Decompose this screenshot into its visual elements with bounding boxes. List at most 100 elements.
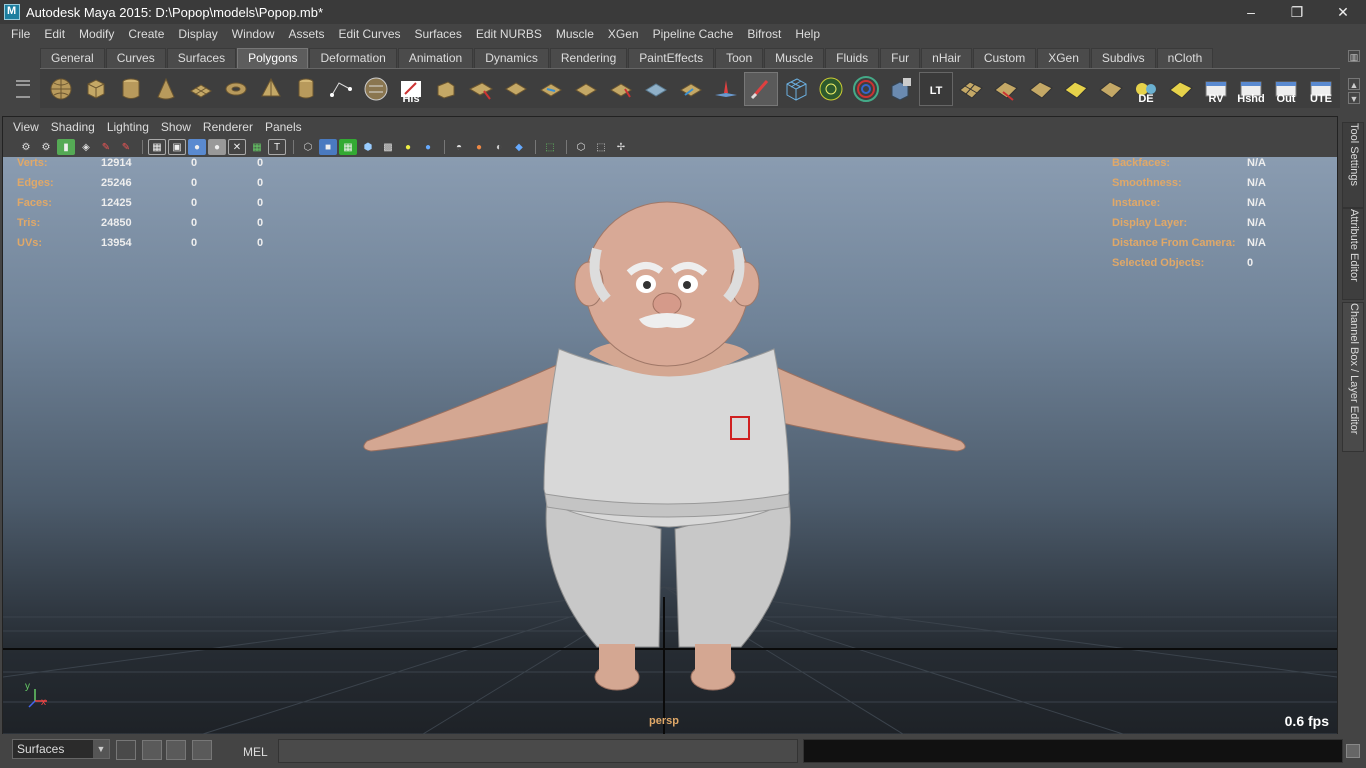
safe-title-icon[interactable]: T — [268, 139, 286, 155]
anti-aliasing-icon[interactable]: ◐ — [490, 139, 508, 155]
script-editor-button[interactable] — [1346, 744, 1360, 758]
bevel-icon[interactable] — [464, 72, 498, 106]
wireframe-on-shaded-icon[interactable]: ▦ — [339, 139, 357, 155]
render-icon[interactable]: ✎ — [117, 139, 135, 155]
lt-tool-icon[interactable]: LT — [919, 71, 953, 106]
de-tool-icon[interactable]: DE — [1129, 72, 1163, 106]
motion-blur-icon[interactable]: ● — [470, 139, 488, 155]
shelf-tab-deformation[interactable]: Deformation — [309, 48, 397, 68]
shelf-tab-ncloth[interactable]: nCloth — [1156, 48, 1214, 68]
shelf-tab-polygons[interactable]: Polygons — [237, 48, 309, 68]
minimize-button[interactable]: – — [1228, 0, 1274, 24]
menu-bifrost[interactable]: Bifrost — [740, 24, 788, 44]
shelf-tab-rendering[interactable]: Rendering — [549, 48, 628, 68]
paint-tool-icon[interactable] — [744, 71, 778, 106]
isolate-select-icon[interactable]: ⬚ — [541, 139, 559, 155]
rv-tool-icon[interactable]: RV — [1199, 72, 1233, 106]
shelf-grip-handle[interactable] — [8, 46, 34, 110]
shelf-scroll-up-icon[interactable]: ▲ — [1348, 78, 1360, 90]
uv-grid-icon[interactable] — [1164, 72, 1198, 106]
xray-joints-icon[interactable]: ⬡ — [572, 139, 590, 155]
restore-button[interactable]: ❐ — [1274, 0, 1320, 24]
uv-sew-icon[interactable] — [1024, 72, 1058, 106]
xray-active-icon[interactable]: ⬚ — [592, 139, 610, 155]
poly-sphere-icon[interactable] — [44, 72, 78, 106]
3d-viewport[interactable]: Verts: 12914 0 0 Edges: 25246 0 0 Faces:… — [3, 157, 1337, 734]
cut-faces-icon[interactable] — [639, 72, 673, 106]
shelf-tab-surfaces[interactable]: Surfaces — [166, 48, 237, 68]
depth-of-field-icon[interactable]: ◆ — [510, 139, 528, 155]
textured-icon[interactable]: ▩ — [379, 139, 397, 155]
smooth-shade-icon[interactable]: ■ — [319, 139, 337, 155]
snap-icon[interactable] — [814, 72, 848, 106]
panel-menu-panels[interactable]: Panels — [259, 120, 308, 134]
menu-edit-nurbs[interactable]: Edit NURBS — [469, 24, 549, 44]
create-polygon-tool-icon[interactable] — [324, 72, 358, 106]
resolution-gate-icon[interactable]: ● — [188, 139, 206, 155]
panel-menu-show[interactable]: Show — [155, 120, 197, 134]
panel-menu-lighting[interactable]: Lighting — [101, 120, 155, 134]
render-node-icon[interactable] — [884, 72, 918, 106]
poly-cylinder-icon[interactable] — [114, 72, 148, 106]
menu-set-dropdown[interactable]: Surfaces ▼ — [12, 739, 110, 759]
grid-icon[interactable]: ▦ — [148, 139, 166, 155]
poly-cone-icon[interactable] — [149, 72, 183, 106]
shelf-tab-animation[interactable]: Animation — [397, 48, 474, 68]
tab-tool-settings[interactable]: Tool Settings — [1342, 122, 1364, 208]
wireframe-mode-icon[interactable]: ⬡ — [299, 139, 317, 155]
poly-torus-icon[interactable] — [219, 72, 253, 106]
gate-mask-icon[interactable]: ● — [208, 139, 226, 155]
poly-cube-icon[interactable] — [79, 72, 113, 106]
shelf-tab-muscle[interactable]: Muscle — [764, 48, 825, 68]
command-input[interactable] — [278, 739, 798, 763]
menu-surfaces[interactable]: Surfaces — [408, 24, 469, 44]
select-camera-icon[interactable]: ⚙ — [17, 139, 35, 155]
shelf-tab-curves[interactable]: Curves — [105, 48, 166, 68]
shelf-tab-dynamics[interactable]: Dynamics — [474, 48, 549, 68]
hypergraph-icon[interactable] — [166, 740, 186, 760]
uv-cut-icon[interactable] — [989, 72, 1023, 106]
use-all-lights-icon[interactable]: ● — [399, 139, 417, 155]
transform-manipulator-icon[interactable] — [849, 72, 883, 106]
menu-edit-curves[interactable]: Edit Curves — [331, 24, 407, 44]
shelf-tab-xgen[interactable]: XGen — [1037, 48, 1090, 68]
poly-pipe-icon[interactable] — [289, 72, 323, 106]
bridge-icon[interactable] — [499, 72, 533, 106]
character-model[interactable] — [349, 189, 989, 709]
menu-pipeline-cache[interactable]: Pipeline Cache — [646, 24, 741, 44]
shelf-trash-icon[interactable]: ▥ — [1348, 50, 1360, 62]
shelf-tab-fluids[interactable]: Fluids — [825, 48, 880, 68]
extrude-icon[interactable] — [429, 72, 463, 106]
safe-action-icon[interactable]: ▦ — [248, 139, 266, 155]
film-gate-icon[interactable]: ▣ — [168, 139, 186, 155]
share-icon[interactable]: ✢ — [612, 139, 630, 155]
shelf-tab-toon[interactable]: Toon — [715, 48, 764, 68]
menu-muscle[interactable]: Muscle — [549, 24, 601, 44]
shelf-tab-painteffects[interactable]: PaintEffects — [628, 48, 715, 68]
merge-vertices-icon[interactable] — [674, 72, 708, 106]
camera-attributes-icon[interactable]: ⚙ — [37, 139, 55, 155]
menu-window[interactable]: Window — [225, 24, 282, 44]
close-button[interactable]: ✕ — [1320, 0, 1366, 24]
tab-attribute-editor[interactable]: Attribute Editor — [1342, 208, 1364, 300]
sculpt-icon[interactable] — [709, 72, 743, 106]
menu-create[interactable]: Create — [121, 24, 171, 44]
menu-xgen[interactable]: XGen — [601, 24, 646, 44]
poly-pyramid-icon[interactable] — [254, 72, 288, 106]
uv-unfold-icon[interactable] — [1059, 72, 1093, 106]
field-chart-icon[interactable]: ✕ — [228, 139, 246, 155]
menu-display[interactable]: Display — [171, 24, 224, 44]
bookmarks-icon[interactable]: ▮ — [57, 139, 75, 155]
ute-tool-icon[interactable]: UTE — [1304, 72, 1338, 106]
shelf-tab-fur[interactable]: Fur — [880, 48, 921, 68]
split-polygon-icon[interactable] — [569, 72, 603, 106]
wireframe-icon[interactable] — [779, 72, 813, 106]
shelf-tab-subdivs[interactable]: Subdivs — [1090, 48, 1156, 68]
snap-to-grid-icon[interactable] — [116, 740, 136, 760]
append-polygon-icon[interactable] — [534, 72, 568, 106]
menu-assets[interactable]: Assets — [281, 24, 331, 44]
shelf-tab-custom[interactable]: Custom — [972, 48, 1037, 68]
panel-menu-view[interactable]: View — [7, 120, 45, 134]
poly-plane-icon[interactable] — [184, 72, 218, 106]
insert-edge-loop-icon[interactable] — [604, 72, 638, 106]
